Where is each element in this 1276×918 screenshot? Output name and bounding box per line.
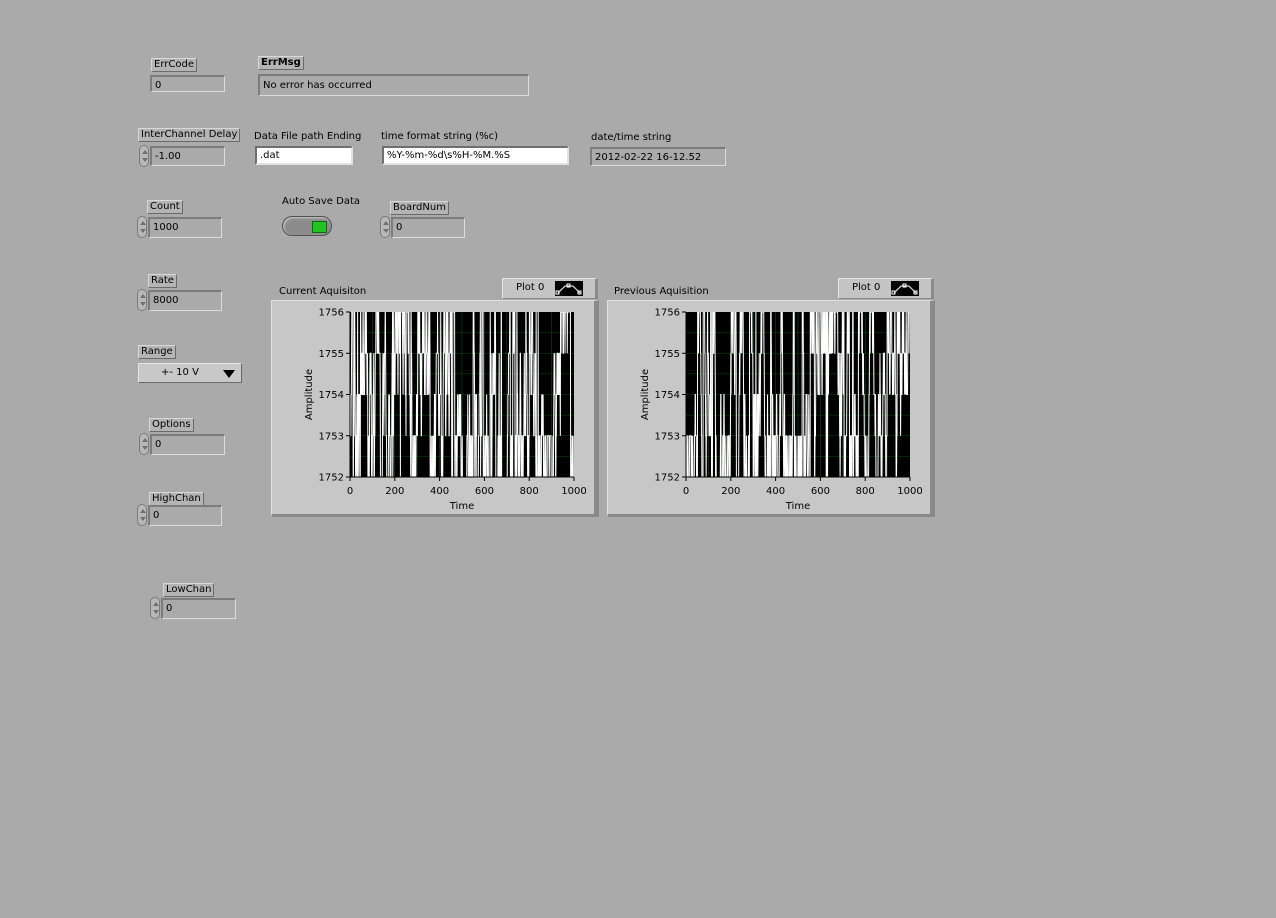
current-acquisition-graph: 1752 1753 1754 1755 1756 0 200 400 600 800 1000 Tim… — [271, 300, 599, 517]
plot-legend-previous[interactable]: Plot 0 — [838, 278, 934, 299]
x-tick-label: 600 — [811, 486, 830, 497]
low-chan-input[interactable]: 0 — [161, 598, 236, 619]
plot-style-icon — [891, 281, 919, 296]
auto-save-toggle[interactable] — [282, 216, 332, 236]
options-increment[interactable] — [139, 433, 149, 455]
data-file-ending-input[interactable]: .dat — [255, 146, 353, 165]
options-label: Options — [149, 418, 194, 432]
y-tick-label: 1755 — [655, 349, 680, 360]
time-format-input[interactable]: %Y-%m-%d\s%H-%M.%S — [382, 146, 569, 165]
err-code-label: ErrCode — [151, 58, 197, 72]
rate-input[interactable]: 8000 — [148, 290, 222, 311]
err-msg-label: ErrMsg — [258, 56, 304, 70]
x-tick-label: 800 — [856, 486, 875, 497]
count-label: Count — [147, 200, 183, 214]
err-code-indicator: 0 — [150, 75, 225, 92]
interchannel-delay-input[interactable]: -1.00 — [150, 146, 225, 166]
range-value: +- 10 V — [161, 367, 199, 378]
y-tick-label: 1754 — [319, 390, 344, 401]
y-axis-label: Amplitude — [640, 369, 651, 420]
datetime-string-label: date/time string — [591, 132, 672, 143]
rate-label: Rate — [148, 274, 177, 288]
high-chan-label: HighChan — [149, 492, 204, 506]
count-input[interactable]: 1000 — [148, 217, 222, 238]
previous-acquisition-title: Previous Aquisition — [614, 286, 709, 297]
y-tick-label: 1753 — [319, 431, 344, 442]
plot-legend-label: Plot 0 — [852, 282, 881, 293]
board-num-increment[interactable] — [380, 216, 390, 238]
options-input[interactable]: 0 — [150, 434, 225, 455]
chevron-down-icon — [223, 370, 235, 378]
y-tick-label: 1753 — [655, 431, 680, 442]
x-tick-label: 800 — [520, 486, 539, 497]
high-chan-increment[interactable] — [137, 504, 147, 526]
plot-style-icon — [555, 281, 583, 296]
x-tick-label: 1000 — [897, 486, 922, 497]
range-label: Range — [138, 345, 176, 359]
low-chan-label: LowChan — [163, 583, 215, 597]
auto-save-lamp — [312, 221, 327, 233]
y-tick-label: 1755 — [319, 349, 344, 360]
x-axis-label: Time — [785, 501, 810, 512]
y-tick-label: 1756 — [319, 308, 344, 319]
x-tick-label: 0 — [683, 486, 689, 497]
board-num-input[interactable]: 0 — [391, 217, 465, 238]
plot-legend-label: Plot 0 — [516, 282, 545, 293]
y-axis-label: Amplitude — [304, 369, 315, 420]
x-tick-label: 1000 — [561, 486, 586, 497]
x-tick-label: 0 — [347, 486, 353, 497]
y-tick-label: 1756 — [655, 308, 680, 319]
x-tick-label: 200 — [721, 486, 740, 497]
y-tick-label: 1752 — [319, 473, 344, 484]
high-chan-input[interactable]: 0 — [148, 505, 222, 526]
interchannel-delay-increment[interactable] — [139, 145, 149, 167]
plot-legend-current[interactable]: Plot 0 — [502, 278, 598, 299]
err-msg-indicator: No error has occurred — [258, 74, 529, 96]
datetime-string-indicator: 2012-02-22 16-12.52 — [590, 147, 726, 166]
rate-increment[interactable] — [137, 289, 147, 311]
data-file-ending-label: Data File path Ending — [254, 131, 362, 142]
count-increment[interactable] — [137, 216, 147, 238]
board-num-label: BoardNum — [390, 201, 449, 215]
x-tick-label: 400 — [766, 486, 785, 497]
x-tick-label: 200 — [385, 486, 404, 497]
current-acquisition-plot: 1752 1753 1754 1755 1756 0 200 400 600 800 1000 Tim… — [304, 308, 587, 513]
current-acquisition-title: Current Aquisiton — [279, 286, 367, 297]
y-tick-label: 1754 — [655, 390, 680, 401]
time-format-label: time format string (%c) — [381, 131, 499, 142]
x-tick-label: 400 — [430, 486, 449, 497]
x-axis-label: Time — [449, 501, 474, 512]
y-tick-label: 1752 — [655, 473, 680, 484]
x-tick-label: 600 — [475, 486, 494, 497]
interchannel-delay-label: InterChannel Delay — [138, 128, 241, 142]
low-chan-increment[interactable] — [150, 597, 160, 619]
range-dropdown[interactable]: +- 10 V — [138, 363, 242, 383]
auto-save-label: Auto Save Data — [282, 196, 360, 207]
previous-acquisition-plot: 1752 1753 1754 1755 1756 0 200 400 600 800 1000 Tim… — [640, 308, 923, 513]
previous-acquisition-graph: 1752 1753 1754 1755 1756 0 200 400 600 800 1000 Tim… — [607, 300, 935, 517]
